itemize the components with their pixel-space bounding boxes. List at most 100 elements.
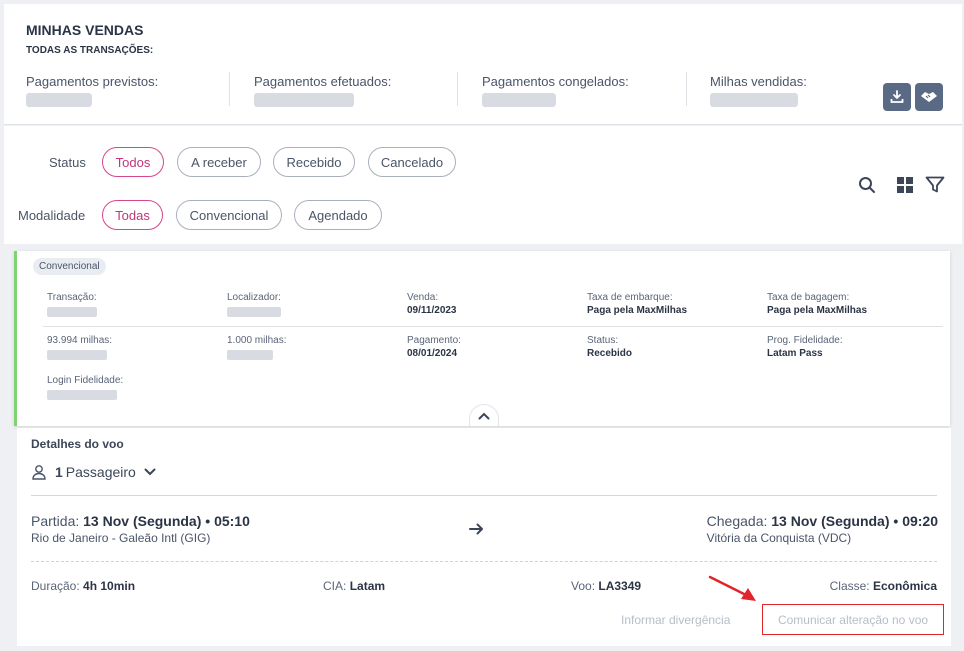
arrival-time: 13 Nov (Segunda) • 09:20 xyxy=(771,513,938,529)
field-label: 93.994 milhas: xyxy=(47,335,113,346)
classe-value: Econômica xyxy=(872,579,937,593)
handshake-button[interactable] xyxy=(915,83,943,111)
modalidade-chip-convencional[interactable]: Convencional xyxy=(176,200,282,230)
annotation-arrow-icon xyxy=(708,575,756,601)
passenger-count: 1 xyxy=(55,464,63,480)
divider xyxy=(229,72,230,106)
modalidade-chip-agendado[interactable]: Agendado xyxy=(294,200,382,230)
redacted-value xyxy=(47,307,97,317)
field-label: Taxa de bagagem: xyxy=(767,292,850,303)
collapse-button[interactable] xyxy=(469,404,499,426)
transaction-card: Convencional Transação: Localizador: Ven… xyxy=(14,251,950,426)
field-label: Pagamento: xyxy=(407,335,461,346)
arrival-label: Chegada: xyxy=(706,513,768,529)
redacted-value xyxy=(47,350,107,360)
search-button[interactable] xyxy=(858,176,876,199)
field-value: Paga pela MaxMilhas xyxy=(767,305,868,316)
classe-info: Classe: Econômica xyxy=(830,579,937,593)
modalidade-chip-todas[interactable]: Todas xyxy=(102,200,163,230)
divider xyxy=(31,561,937,562)
cia-value: Latam xyxy=(349,579,386,593)
field-label: Venda: xyxy=(407,292,439,303)
chevron-down-icon xyxy=(144,468,156,476)
status-chip-todos[interactable]: Todos xyxy=(102,147,164,177)
summary-label: Pagamentos efetuados: xyxy=(254,74,392,89)
download-button[interactable] xyxy=(883,83,911,111)
informar-divergencia-link[interactable]: Informar divergência xyxy=(621,613,730,627)
flight-details-panel: Detalhes do voo 1 Passageiro Partida: 13… xyxy=(17,428,951,646)
summary-congelados: Pagamentos congelados: xyxy=(482,74,629,107)
status-chip-cancelado[interactable]: Cancelado xyxy=(368,147,456,177)
modalidade-badge: Convencional xyxy=(33,258,106,275)
user-icon xyxy=(32,465,46,480)
arrival-info: Chegada: 13 Nov (Segunda) • 09:20 Vitóri… xyxy=(707,513,938,545)
comunicar-alteracao-link[interactable]: Comunicar alteração no voo xyxy=(762,604,944,635)
redacted-value xyxy=(254,93,354,107)
filter-button[interactable] xyxy=(925,176,945,199)
taxa-bagagem-field: Taxa de bagagem: Paga pela MaxMilhas xyxy=(767,292,867,316)
passenger-label: Passageiro xyxy=(65,464,136,480)
page-subtitle: TODAS AS TRANSAÇÕES: xyxy=(26,45,154,56)
redacted-value xyxy=(482,93,556,107)
field-value: 08/01/2024 xyxy=(407,348,458,359)
field-value: Paga pela MaxMilhas xyxy=(587,305,688,316)
milhas-field: 93.994 milhas: xyxy=(47,335,112,360)
handshake-icon xyxy=(921,92,937,102)
status-chip-recebido[interactable]: Recebido xyxy=(273,147,355,177)
divider xyxy=(457,72,458,106)
arrival-airport: Vitória da Conquista (VDC) xyxy=(706,531,852,545)
modalidade-filter-label: Modalidade xyxy=(18,208,86,223)
download-icon xyxy=(890,90,904,103)
field-label: Status: xyxy=(587,335,619,346)
voo-info: Voo: LA3349 xyxy=(571,579,641,593)
pagamento-field: Pagamento: 08/01/2024 xyxy=(407,335,461,359)
status-field: Status: Recebido xyxy=(587,335,632,359)
localizador-field: Localizador: xyxy=(227,292,281,317)
departure-time: 13 Nov (Segunda) • 05:10 xyxy=(83,513,250,529)
redacted-value xyxy=(227,307,281,317)
field-label: 1.000 milhas: xyxy=(227,335,287,346)
arrow-right-icon xyxy=(469,523,483,535)
chevron-up-icon xyxy=(478,412,490,419)
summary-label: Pagamentos previstos: xyxy=(26,74,159,89)
field-value: Recebido xyxy=(587,348,633,359)
duration-label: Duração: xyxy=(31,579,80,593)
status-chip-a-receber[interactable]: A receber xyxy=(177,147,261,177)
field-label: Transação: xyxy=(47,292,97,303)
summary-previstos: Pagamentos previstos: xyxy=(26,74,158,107)
status-filter-label: Status xyxy=(49,155,86,170)
classe-label: Classe: xyxy=(829,579,870,593)
search-icon xyxy=(859,177,875,193)
prog-fidelidade-field: Prog. Fidelidade: Latam Pass xyxy=(767,335,843,359)
passenger-toggle[interactable]: 1 Passageiro xyxy=(31,464,156,480)
field-value: Latam Pass xyxy=(767,348,823,359)
redacted-value xyxy=(26,93,92,107)
page-title: MINHAS VENDAS xyxy=(26,22,144,38)
summary-milhas: Milhas vendidas: xyxy=(710,74,807,107)
summary-label: Milhas vendidas: xyxy=(710,74,807,89)
field-label: Localizador: xyxy=(227,292,281,303)
field-label: Taxa de embarque: xyxy=(587,292,673,303)
milhas-field-2: 1.000 milhas: xyxy=(227,335,286,360)
departure-airport: Rio de Janeiro - Galeão Intl (GIG) xyxy=(31,531,211,545)
filter-icon xyxy=(925,176,945,193)
cia-label: CIA: xyxy=(323,579,347,593)
voo-value: LA3349 xyxy=(598,579,642,593)
duration-info: Duração: 4h 10min xyxy=(31,579,135,593)
field-value: 09/11/2023 xyxy=(407,305,457,316)
login-fidelidade-field: Login Fidelidade: xyxy=(47,375,123,400)
flight-details-title: Detalhes do voo xyxy=(31,437,124,451)
redacted-value xyxy=(710,93,798,107)
grid-view-button[interactable] xyxy=(896,176,914,199)
taxa-embarque-field: Taxa de embarque: Paga pela MaxMilhas xyxy=(587,292,687,316)
redacted-value xyxy=(47,390,117,400)
summary-label: Pagamentos congelados: xyxy=(482,74,629,89)
venda-field: Venda: 09/11/2023 xyxy=(407,292,457,316)
field-label: Login Fidelidade: xyxy=(47,375,124,386)
transacao-field: Transação: xyxy=(47,292,97,317)
field-label: Prog. Fidelidade: xyxy=(767,335,843,346)
filters-panel: Status Todos A receber Recebido Cancelad… xyxy=(4,126,962,244)
divider xyxy=(43,326,943,327)
divider xyxy=(31,495,937,496)
summary-panel: MINHAS VENDAS TODAS AS TRANSAÇÕES: Pagam… xyxy=(4,4,962,125)
